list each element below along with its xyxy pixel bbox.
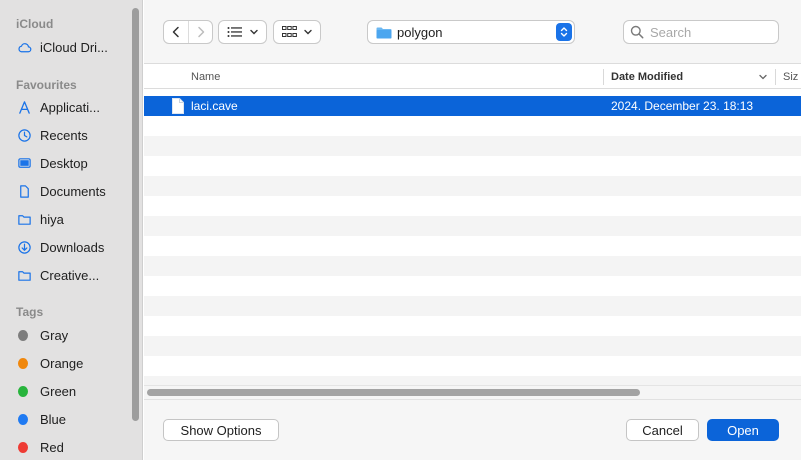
file-row[interactable]: laci.cave 2024. December 23. 18:13	[144, 96, 801, 116]
empty-row	[144, 296, 801, 316]
search-input[interactable]	[650, 24, 770, 40]
sidebar-item-label: Creative...	[40, 267, 100, 283]
empty-row	[144, 256, 801, 276]
empty-row	[144, 176, 801, 196]
horizontal-scrollbar[interactable]	[144, 385, 801, 399]
sidebar-item-label: Red	[40, 439, 64, 455]
sidebar-item-label: Green	[40, 383, 77, 399]
sidebar-item-applications[interactable]: Applicati...	[16, 96, 128, 118]
dialog-footer: Show Options Cancel Open	[144, 399, 801, 460]
column-size[interactable]: Siz	[783, 65, 798, 89]
tag-color-dot	[18, 385, 28, 397]
empty-row	[144, 376, 801, 385]
location-label: polygon	[397, 24, 443, 40]
tag-color-dot	[18, 329, 28, 341]
sidebar-item-hiya[interactable]: hiya	[16, 208, 128, 230]
sidebar: iCloud iCloud Dri... Favourites Applicat…	[0, 0, 143, 460]
sidebar-item-desktop[interactable]: Desktop	[16, 152, 128, 174]
empty-row	[144, 136, 801, 156]
document-icon	[172, 98, 184, 114]
toolbar: polygon	[144, 0, 801, 64]
sidebar-scrollbar[interactable]	[132, 8, 139, 421]
sidebar-item-label: Gray	[40, 327, 69, 343]
search-icon	[630, 25, 644, 39]
cloud-icon	[16, 39, 32, 55]
sidebar-item-label: Recents	[40, 127, 88, 143]
back-button[interactable]	[164, 21, 188, 43]
desktop-icon	[16, 155, 32, 171]
sidebar-item-label: Blue	[40, 411, 67, 427]
column-divider[interactable]	[775, 69, 776, 85]
sidebar-section-favourites: Favourites	[16, 78, 77, 92]
sidebar-item-label: iCloud Dri...	[40, 39, 108, 55]
sidebar-item-creative[interactable]: Creative...	[16, 264, 128, 286]
chevron-down-icon	[759, 74, 767, 80]
grid-view-icon	[282, 26, 297, 37]
sidebar-tag-red[interactable]: Red	[16, 436, 128, 458]
list-view-button[interactable]	[218, 20, 267, 44]
column-name[interactable]: Name	[191, 65, 220, 89]
sidebar-tag-orange[interactable]: Orange	[16, 352, 128, 374]
folder-icon	[16, 267, 32, 283]
sidebar-item-label: Applicati...	[40, 99, 100, 115]
folder-icon	[16, 211, 32, 227]
navigation-buttons	[163, 20, 213, 44]
search-field[interactable]	[623, 20, 779, 44]
sidebar-tag-gray[interactable]: Gray	[16, 324, 128, 346]
chevron-down-icon	[250, 29, 258, 35]
empty-row	[144, 216, 801, 236]
file-date-modified: 2024. December 23. 18:13	[611, 99, 754, 113]
sidebar-tag-blue[interactable]: Blue	[16, 408, 128, 430]
sidebar-item-label: Orange	[40, 355, 84, 371]
sidebar-item-downloads[interactable]: Downloads	[16, 236, 128, 258]
tag-color-dot	[18, 357, 28, 369]
file-list: Name Date Modified Siz laci.cave 2024. D…	[144, 65, 801, 385]
sidebar-item-label: Documents	[40, 183, 106, 199]
chevron-left-icon	[172, 26, 179, 38]
list-view-icon	[227, 27, 242, 37]
folder-icon	[376, 27, 392, 38]
clock-icon	[16, 127, 32, 143]
column-divider[interactable]	[603, 69, 604, 85]
horizontal-scroll-thumb[interactable]	[147, 389, 640, 396]
sidebar-item-icloud-drive[interactable]: iCloud Dri...	[16, 36, 128, 58]
sidebar-item-label: Desktop	[40, 155, 88, 171]
sidebar-section-icloud: iCloud	[16, 17, 54, 31]
forward-button[interactable]	[188, 21, 212, 43]
open-button[interactable]: Open	[707, 419, 779, 441]
tag-color-dot	[18, 441, 28, 453]
chevron-right-icon	[197, 26, 204, 38]
sidebar-item-label: hiya	[40, 211, 64, 227]
column-header: Name Date Modified Siz	[144, 65, 801, 89]
sidebar-item-label: Downloads	[40, 239, 105, 255]
chevron-updown-icon	[560, 27, 568, 37]
location-popup[interactable]: polygon	[367, 20, 575, 44]
file-name: laci.cave	[191, 99, 238, 113]
tag-color-dot	[18, 413, 28, 425]
sidebar-section-tags: Tags	[16, 305, 44, 319]
sidebar-item-recents[interactable]: Recents	[16, 124, 128, 146]
applications-icon	[16, 99, 32, 115]
show-options-button[interactable]: Show Options	[163, 419, 279, 441]
chevron-down-icon	[304, 29, 312, 35]
document-icon	[16, 183, 32, 199]
location-stepper[interactable]	[556, 23, 572, 41]
empty-row	[144, 336, 801, 356]
column-date-modified[interactable]: Date Modified	[611, 65, 683, 89]
download-icon	[16, 239, 32, 255]
cancel-button[interactable]: Cancel	[626, 419, 699, 441]
sidebar-item-documents[interactable]: Documents	[16, 180, 128, 202]
grid-view-button[interactable]	[273, 20, 321, 44]
sidebar-tag-green[interactable]: Green	[16, 380, 128, 402]
